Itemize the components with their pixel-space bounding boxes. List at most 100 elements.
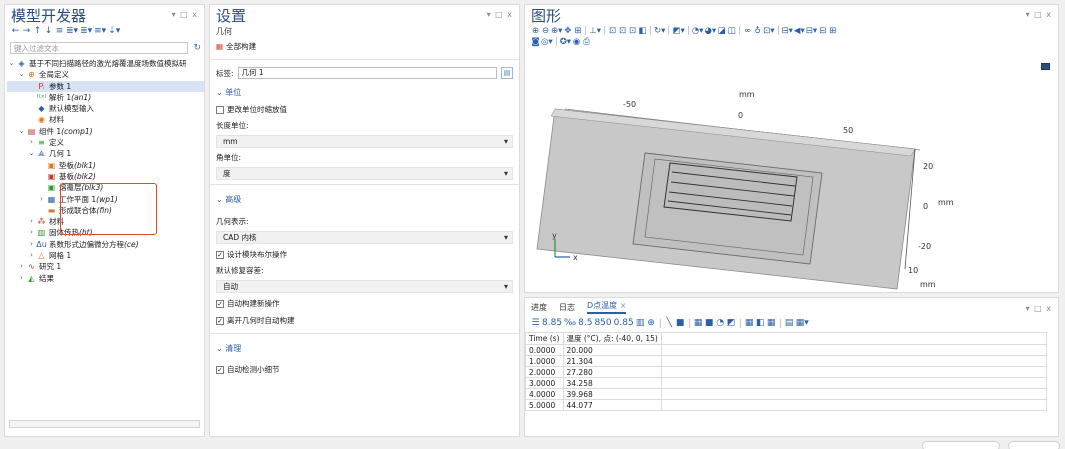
- expand-toggle-icon[interactable]: ›: [17, 261, 26, 272]
- collapse-icon[interactable]: ≣▾: [80, 26, 92, 36]
- toolbar-tool-icon[interactable]: ♁: [753, 26, 762, 36]
- temperature-cell[interactable]: 20.000: [562, 344, 662, 356]
- expand-toggle-icon[interactable]: ›: [37, 194, 46, 205]
- tree-node[interactable]: › ◭ 结果: [7, 273, 204, 284]
- time-cell[interactable]: 1.0000: [525, 355, 564, 367]
- label-edit-icon[interactable]: ▤: [501, 67, 513, 79]
- angle-unit-select[interactable]: 度: [216, 167, 513, 180]
- toolbar-tool-icon[interactable]: ⎙: [582, 37, 591, 47]
- expand-toggle-icon[interactable]: ⌄: [27, 148, 36, 159]
- results-window-controls[interactable]: ▾ □ ⅹ: [1026, 304, 1052, 313]
- horizontal-scrollbar[interactable]: [9, 420, 200, 428]
- toolbar-tool-icon[interactable]: ◩▾: [672, 26, 684, 36]
- toolbar-tool-icon[interactable]: ◫: [727, 26, 736, 36]
- toolbar-tool-icon[interactable]: ▥: [636, 318, 645, 328]
- toolbar-tool-icon[interactable]: ▦: [767, 318, 776, 328]
- toolbar-tool-icon[interactable]: ⊡: [628, 26, 637, 36]
- auto-build-leave-box[interactable]: ✓: [216, 316, 224, 325]
- toolbar-tool-icon[interactable]: ↻▾: [654, 26, 665, 36]
- geom-repr-select[interactable]: CAD 内核: [216, 231, 513, 244]
- toolbar-tool-icon[interactable]: ◔: [716, 318, 725, 328]
- temperature-cell[interactable]: 27.280: [562, 366, 662, 378]
- auto-build-checkbox[interactable]: ✓ 自动构建新操作: [210, 295, 519, 312]
- toolbar-tool-icon[interactable]: ◉: [572, 37, 581, 47]
- time-cell[interactable]: 2.0000: [525, 366, 564, 378]
- toolbar-tool-icon[interactable]: 8.85: [542, 318, 562, 328]
- table-row[interactable]: 5.0000 44.077: [525, 399, 1047, 411]
- tree-node[interactable]: ◉ 材料: [7, 114, 204, 125]
- tab-progress[interactable]: 进度: [531, 302, 547, 313]
- table-row[interactable]: 0.0000 20.000: [525, 344, 1047, 356]
- section-units[interactable]: ⌄ 单位: [210, 82, 519, 101]
- temperature-cell[interactable]: 39.968: [562, 388, 662, 400]
- list-icon[interactable]: ≡▾: [94, 26, 106, 36]
- time-cell[interactable]: 0.0000: [525, 344, 564, 356]
- toolbar-tool-icon[interactable]: ∞: [743, 26, 752, 36]
- toolbar-tool-icon[interactable]: ⊕: [531, 26, 540, 36]
- auto-build-leave-checkbox[interactable]: ✓ 离开几何时自动构建: [210, 312, 519, 329]
- toolbar-tool-icon[interactable]: ‰: [564, 318, 576, 328]
- toolbar-tool-icon[interactable]: ╲: [665, 318, 674, 328]
- repair-tol-select[interactable]: 自动: [216, 280, 513, 293]
- temperature-cell[interactable]: 21.304: [562, 355, 662, 367]
- table-row[interactable]: 1.0000 21.304: [525, 355, 1047, 367]
- tree-node[interactable]: Pᵢ 参数 1: [7, 80, 204, 92]
- toolbar-tool-icon[interactable]: ⊡: [618, 26, 627, 36]
- scale-values-box[interactable]: [216, 105, 224, 114]
- toolbar-tool-icon[interactable]: ▦: [694, 318, 703, 328]
- toolbar-tool-icon[interactable]: ⊖: [541, 26, 550, 36]
- toolbar-tool-icon[interactable]: ⊞: [828, 26, 837, 36]
- toolbar-tool-icon[interactable]: ⊡: [608, 26, 617, 36]
- toolbar-tool-icon[interactable]: ✥: [563, 26, 572, 36]
- show-icon[interactable]: ≣▾: [66, 26, 78, 36]
- expand-toggle-icon[interactable]: ⌄: [17, 69, 26, 80]
- toolbar-tool-icon[interactable]: ⊟: [818, 26, 827, 36]
- detect-small-box[interactable]: ✓: [216, 365, 224, 374]
- expand-toggle-icon[interactable]: ⌄: [17, 126, 26, 137]
- length-unit-select[interactable]: mm: [216, 135, 513, 148]
- expand-icon[interactable]: ≡: [55, 26, 64, 36]
- graphics-window-controls[interactable]: ▾ □ ⅹ: [1026, 10, 1052, 19]
- temperature-cell[interactable]: 44.077: [562, 399, 662, 411]
- toolbar-tool-icon[interactable]: ⊞: [573, 26, 582, 36]
- tab-log[interactable]: 日志: [559, 302, 575, 313]
- toolbar-tool-icon[interactable]: ▦: [745, 318, 754, 328]
- tree-node[interactable]: ⌄ ▤ 组件 1 (comp1): [7, 126, 204, 137]
- table-row[interactable]: 3.0000 34.258: [525, 377, 1047, 389]
- tree-node[interactable]: ⌄ ⊕ 全局定义: [7, 69, 204, 80]
- settings-window-controls[interactable]: ▾ □ ⅹ: [487, 10, 513, 19]
- time-cell[interactable]: 4.0000: [525, 388, 564, 400]
- toolbar-tool-icon[interactable]: ◔▾: [692, 26, 704, 36]
- expand-toggle-icon[interactable]: ›: [27, 216, 36, 227]
- table-row[interactable]: 4.0000 39.968: [525, 388, 1047, 400]
- toolbar-tool-icon[interactable]: ⊥▾: [589, 26, 601, 36]
- toolbar-tool-icon[interactable]: ▦▾: [796, 318, 809, 328]
- toolbar-tool-icon[interactable]: ⊟▾: [782, 26, 793, 36]
- toolbar-tool-icon[interactable]: ⊕▾: [551, 26, 562, 36]
- tree-node[interactable]: ▣ 基板 (blk2): [7, 171, 204, 182]
- table-row[interactable]: 2.0000 27.280: [525, 366, 1047, 378]
- refresh-icon[interactable]: ↻: [193, 43, 201, 53]
- temperature-cell[interactable]: 34.258: [562, 377, 662, 389]
- toolbar-tool-icon[interactable]: 8.5: [578, 318, 592, 328]
- label-field[interactable]: 几何 1: [237, 67, 497, 79]
- model-builder-window-controls[interactable]: ▾ □ ⅹ: [172, 10, 198, 19]
- tree-node[interactable]: › ∿ 研究 1: [7, 261, 204, 272]
- toolbar-tool-icon[interactable]: ◕▾: [704, 26, 716, 36]
- graphics-canvas[interactable]: mm -50 0 50 20 0 mm -20 10 mm y x: [525, 49, 1058, 293]
- expand-toggle-icon[interactable]: ›: [27, 137, 36, 148]
- footer-button[interactable]: [922, 441, 1000, 449]
- tree-node[interactable]: › Δu 系数形式边偏微分方程 (ce): [7, 239, 204, 250]
- close-icon[interactable]: ×: [620, 301, 627, 310]
- scale-values-checkbox[interactable]: 更改单位时缩放值: [210, 101, 519, 118]
- toolbar-tool-icon[interactable]: 0.85: [614, 318, 634, 328]
- tree-node[interactable]: › △ 网格 1: [7, 250, 204, 261]
- time-cell[interactable]: 5.0000: [525, 399, 564, 411]
- build-all-button[interactable]: ▦ 全部构建: [210, 38, 519, 55]
- toolbar-tool-icon[interactable]: ⊟▾: [806, 26, 817, 36]
- toolbar-tool-icon[interactable]: ■: [705, 318, 714, 328]
- tree-node[interactable]: ᶠ⁽ˣ⁾ 解析 1 (an1): [7, 92, 204, 103]
- expand-toggle-icon[interactable]: ⌄: [7, 58, 16, 69]
- pin-icon[interactable]: ⇣▾: [108, 26, 120, 36]
- move-down-icon[interactable]: ↓: [44, 26, 53, 36]
